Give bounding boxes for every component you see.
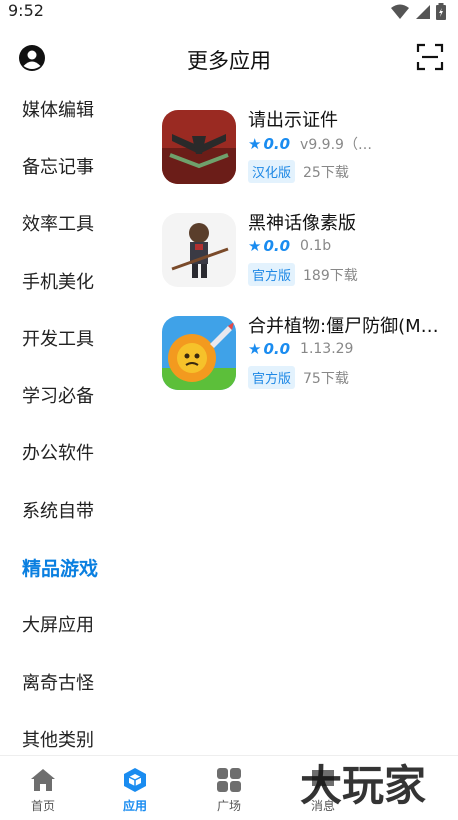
app-meta: ★ 0.0 v9.9.9（… xyxy=(248,134,372,154)
app-list-item[interactable]: 请出示证件 ★ 0.0 v9.9.9（… 汉化版 25下载 xyxy=(150,98,458,201)
status-icons xyxy=(391,3,446,20)
star-icon: ★ xyxy=(248,237,262,255)
app-list-item[interactable]: 黑神话像素版 ★ 0.0 0.1b 官方版 189下载 xyxy=(150,201,458,304)
app-edition-badge: 官方版 xyxy=(248,263,296,286)
papers-please-app-icon xyxy=(162,110,236,184)
wifi-icon xyxy=(391,4,409,19)
watermark-logo: 大玩家 xyxy=(300,756,450,814)
nav-label: 应用 xyxy=(122,799,147,813)
battery-icon xyxy=(436,3,446,20)
sidebar-item-system[interactable]: 系统自带 xyxy=(0,481,150,538)
nav-label: 广场 xyxy=(216,799,241,813)
app-tags: 官方版 75下载 xyxy=(248,366,349,389)
nav-item-home[interactable]: 首页 xyxy=(8,766,78,814)
app-downloads: 75下载 xyxy=(303,370,349,387)
scan-icon xyxy=(416,43,444,71)
app-downloads: 25下载 xyxy=(303,164,349,181)
home-icon xyxy=(31,769,55,791)
sidebar-item-label: 精品游戏 xyxy=(22,557,99,580)
sidebar-item-notes[interactable]: 备忘记事 xyxy=(0,137,150,194)
app-version: 0.1b xyxy=(300,238,332,254)
star-icon: ★ xyxy=(248,340,262,358)
grid-icon xyxy=(217,768,241,792)
sidebar-item-efficiency[interactable]: 效率工具 xyxy=(0,195,150,252)
svg-text:大玩家: 大玩家 xyxy=(300,761,426,810)
sidebar-item-label: 大屏应用 xyxy=(22,615,94,637)
page-title: 更多应用 xyxy=(187,49,271,73)
app-tags: 官方版 189下载 xyxy=(248,263,358,286)
sidebar-item-label: 媒体编辑 xyxy=(22,99,94,121)
app-name: 合并植物:僵尸防御(M… xyxy=(248,316,439,337)
sidebar-item-games[interactable]: 精品游戏 xyxy=(0,538,150,595)
nav-item-square[interactable]: 广场 xyxy=(194,766,264,814)
app-meta: ★ 0.0 0.1b xyxy=(248,237,331,255)
merge-plants-app-icon xyxy=(162,316,236,390)
app-rating: 0.0 xyxy=(263,135,291,153)
app-list-item[interactable]: 合并植物:僵尸防御(M… ★ 0.0 1.13.29 官方版 75下载 xyxy=(150,304,458,407)
nav-item-apps[interactable]: 应用 xyxy=(100,766,170,814)
sidebar-item-label: 离奇古怪 xyxy=(22,672,94,694)
sidebar-item-office[interactable]: 办公软件 xyxy=(0,424,150,481)
sidebar-item-beautify[interactable]: 手机美化 xyxy=(0,252,150,309)
sidebar-item-label: 学习必备 xyxy=(22,386,94,408)
app-edition-badge: 官方版 xyxy=(248,366,296,389)
star-icon: ★ xyxy=(248,135,262,153)
app-tags: 汉化版 25下载 xyxy=(248,160,349,183)
scan-button[interactable] xyxy=(416,43,444,71)
app-list: 请出示证件 ★ 0.0 v9.9.9（… 汉化版 25下载 黑神话像素版 ★ 0… xyxy=(150,98,458,407)
app-rating: 0.0 xyxy=(263,237,291,255)
app-name: 黑神话像素版 xyxy=(248,213,356,234)
sidebar-item-dev-tools[interactable]: 开发工具 xyxy=(0,309,150,366)
sidebar-item-weird[interactable]: 离奇古怪 xyxy=(0,653,150,710)
status-bar: 9:52 xyxy=(0,0,458,24)
sidebar-item-label: 效率工具 xyxy=(22,214,94,236)
sidebar-item-big-screen[interactable]: 大屏应用 xyxy=(0,596,150,653)
status-time: 9:52 xyxy=(8,1,44,20)
sidebar-item-label: 手机美化 xyxy=(22,271,94,293)
sidebar-item-label: 开发工具 xyxy=(22,328,94,350)
sidebar-item-label: 办公软件 xyxy=(22,443,94,465)
app-rating: 0.0 xyxy=(263,340,291,358)
nav-label: 首页 xyxy=(30,799,55,813)
header: 更多应用 xyxy=(0,36,458,82)
sidebar-item-label: 备忘记事 xyxy=(22,156,94,178)
signal-icon xyxy=(416,4,430,19)
app-version: 1.13.29 xyxy=(300,341,354,357)
sidebar-item-media-edit[interactable]: 媒体编辑 xyxy=(0,80,150,137)
sidebar-item-label: 其他类别 xyxy=(22,729,94,751)
sidebar-item-label: 系统自带 xyxy=(22,500,94,522)
app-version: v9.9.9（… xyxy=(300,137,372,153)
sidebar-item-learning[interactable]: 学习必备 xyxy=(0,366,150,423)
app-edition-badge: 汉化版 xyxy=(248,160,296,183)
app-downloads: 189下载 xyxy=(303,267,358,284)
apps-cube-icon xyxy=(124,768,146,792)
black-myth-pixel-app-icon xyxy=(162,213,236,287)
app-name: 请出示证件 xyxy=(248,110,338,131)
category-sidebar: 媒体编辑 备忘记事 效率工具 手机美化 开发工具 学习必备 办公软件 系统自带 … xyxy=(0,80,150,752)
app-meta: ★ 0.0 1.13.29 xyxy=(248,340,353,358)
